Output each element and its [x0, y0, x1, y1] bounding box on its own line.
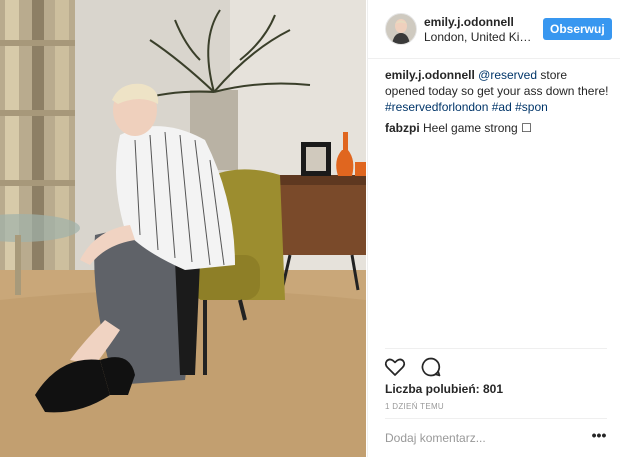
caption-username[interactable]: emily.j.odonnell: [385, 68, 475, 82]
post-photo[interactable]: [0, 0, 366, 457]
post-actions: [383, 355, 483, 379]
comments-list: emily.j.odonnell @reserved store opened …: [385, 67, 610, 141]
post-header: emily.j.odonnell London, United Kingdom …: [368, 0, 620, 59]
comment-username[interactable]: fabzpi: [385, 121, 420, 135]
list-item: fabzpi Heel game strong ☐: [385, 120, 610, 136]
follow-button[interactable]: Obserwuj: [543, 18, 612, 40]
comment-bubble-icon[interactable]: [419, 355, 443, 379]
avatar-image: [386, 14, 416, 44]
photo-scene: [0, 0, 366, 457]
heart-icon[interactable]: [383, 355, 407, 379]
likes-count[interactable]: Liczba polubień: 801: [385, 382, 503, 396]
divider: [385, 348, 607, 349]
add-comment-input[interactable]: [385, 431, 575, 445]
avatar[interactable]: [385, 13, 417, 45]
caption-hashtags[interactable]: #reservedforlondon #ad #spon: [385, 100, 548, 114]
post-username[interactable]: emily.j.odonnell: [424, 15, 514, 29]
caption-mention[interactable]: @reserved: [478, 68, 537, 82]
comment-text: Heel game strong ☐: [423, 121, 532, 135]
more-options-icon[interactable]: •••: [588, 428, 610, 442]
post-details-panel: emily.j.odonnell London, United Kingdom …: [367, 0, 620, 457]
post-location[interactable]: London, United Kingdom: [424, 30, 536, 44]
post-timestamp[interactable]: 1 DZIEŃ TEMU: [385, 402, 444, 411]
divider: [385, 418, 607, 419]
caption-comment: emily.j.odonnell @reserved store opened …: [385, 67, 610, 115]
